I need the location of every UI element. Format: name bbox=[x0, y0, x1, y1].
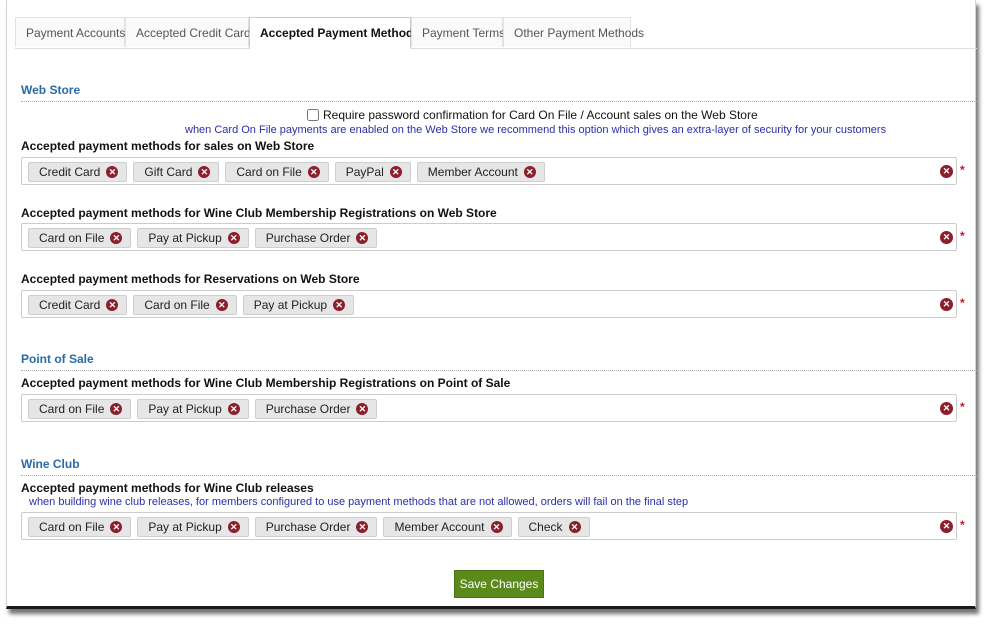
web-reservations-methods-select[interactable]: Credit Card ✕ Card on File ✕ Pay at Pickup ✕ … bbox=[21, 290, 957, 318]
tab-payment-terms[interactable]: Payment Terms bbox=[411, 17, 505, 47]
remove-chip-icon[interactable]: ✕ bbox=[198, 166, 211, 178]
tab-other-payment-methods[interactable]: Other Payment Methods bbox=[503, 17, 644, 47]
payment-method-chip: Credit Card ✕ bbox=[28, 162, 128, 182]
chip-label: Pay at Pickup bbox=[148, 231, 222, 245]
club-releases-chips: Card on File ✕ Pay at Pickup ✕ Purchase Orde… bbox=[28, 517, 590, 537]
tab-payment-accounts[interactable]: Payment Accounts bbox=[15, 17, 125, 47]
chip-label: Credit Card bbox=[39, 165, 101, 179]
web-reservations-chips: Credit Card ✕ Card on File ✕ Pay at Pickup ✕ bbox=[28, 295, 355, 315]
payment-method-chip: Card on File ✕ bbox=[225, 162, 329, 182]
payment-method-chip: Purchase Order ✕ bbox=[254, 517, 378, 537]
payment-method-chip: Credit Card ✕ bbox=[28, 295, 128, 315]
payment-method-chip: Card on File ✕ bbox=[28, 517, 132, 537]
remove-chip-icon[interactable]: ✕ bbox=[106, 299, 119, 311]
chip-label: Member Account bbox=[394, 520, 485, 534]
required-mark: * bbox=[960, 296, 965, 310]
chip-label: PayPal bbox=[345, 165, 384, 179]
chip-label: Gift Card bbox=[144, 165, 193, 179]
club-releases-methods-select[interactable]: Card on File ✕ Pay at Pickup ✕ Purchase Orde… bbox=[21, 512, 957, 540]
chip-label: Card on File bbox=[144, 298, 210, 312]
web-club-chips: Card on File ✕ Pay at Pickup ✕ Purchase Orde… bbox=[28, 228, 378, 248]
payment-method-chip: Pay at Pickup ✕ bbox=[137, 228, 249, 248]
required-mark: * bbox=[960, 518, 965, 532]
remove-chip-icon[interactable]: ✕ bbox=[227, 403, 240, 415]
chip-label: Credit Card bbox=[39, 298, 101, 312]
web-sales-chips: Credit Card ✕ Gift Card ✕ Card on File ✕ PayPa… bbox=[28, 162, 545, 182]
settings-panel: Payment Accounts Accepted Credit Cards A… bbox=[6, 0, 977, 609]
remove-chip-icon[interactable]: ✕ bbox=[110, 232, 123, 244]
payment-method-chip: Check ✕ bbox=[517, 517, 590, 537]
web-store-heading: Web Store bbox=[21, 83, 977, 102]
chip-label: Card on File bbox=[39, 402, 105, 416]
remove-chip-icon[interactable]: ✕ bbox=[356, 403, 369, 415]
clear-all-icon[interactable]: ✕ bbox=[940, 298, 953, 311]
tab-accepted-credit-cards[interactable]: Accepted Credit Cards bbox=[125, 17, 257, 47]
payment-method-chip: Card on File ✕ bbox=[133, 295, 237, 315]
password-confirm-row[interactable]: Require password confirmation for Card O… bbox=[307, 108, 758, 122]
save-changes-button[interactable]: Save Changes bbox=[454, 570, 544, 598]
payment-method-chip: Member Account ✕ bbox=[383, 517, 512, 537]
chip-label: Pay at Pickup bbox=[253, 298, 328, 312]
web-sales-label: Accepted payment methods for sales on We… bbox=[21, 139, 315, 153]
remove-chip-icon[interactable]: ✕ bbox=[356, 521, 369, 533]
clear-all-icon[interactable]: ✕ bbox=[940, 165, 953, 178]
payment-method-chip: Gift Card ✕ bbox=[133, 162, 220, 182]
remove-chip-icon[interactable]: ✕ bbox=[215, 299, 228, 311]
chip-label: Member Account bbox=[427, 165, 518, 179]
password-confirm-hint: when Card On File payments are enabled o… bbox=[185, 124, 887, 136]
payment-method-chip: Pay at Pickup ✕ bbox=[242, 295, 355, 315]
chip-label: Card on File bbox=[236, 165, 302, 179]
remove-chip-icon[interactable]: ✕ bbox=[227, 521, 240, 533]
chip-label: Purchase Order bbox=[265, 231, 351, 245]
chip-label: Pay at Pickup bbox=[148, 520, 222, 534]
web-club-methods-select[interactable]: Card on File ✕ Pay at Pickup ✕ Purchase Orde… bbox=[21, 223, 957, 251]
remove-chip-icon[interactable]: ✕ bbox=[333, 299, 346, 311]
password-confirm-checkbox[interactable] bbox=[307, 109, 319, 121]
chip-label: Pay at Pickup bbox=[148, 402, 222, 416]
required-mark: * bbox=[960, 400, 965, 414]
remove-chip-icon[interactable]: ✕ bbox=[568, 521, 581, 533]
chip-label: Card on File bbox=[39, 231, 105, 245]
tab-accepted-payment-methods[interactable]: Accepted Payment Methods bbox=[249, 17, 420, 49]
club-releases-label: Accepted payment methods for Wine Club r… bbox=[21, 481, 314, 495]
remove-chip-icon[interactable]: ✕ bbox=[227, 232, 240, 244]
chip-label: Card on File bbox=[39, 520, 105, 534]
pos-club-label: Accepted payment methods for Wine Club M… bbox=[21, 376, 511, 390]
remove-chip-icon[interactable]: ✕ bbox=[389, 166, 402, 178]
remove-chip-icon[interactable]: ✕ bbox=[490, 521, 503, 533]
chip-label: Check bbox=[528, 520, 563, 534]
remove-chip-icon[interactable]: ✕ bbox=[356, 232, 369, 244]
payment-method-chip: Pay at Pickup ✕ bbox=[137, 399, 249, 419]
web-reservations-label: Accepted payment methods for Reservation… bbox=[21, 272, 360, 286]
chip-label: Purchase Order bbox=[265, 520, 351, 534]
payment-method-chip: Purchase Order ✕ bbox=[254, 399, 378, 419]
tab-bar: Payment Accounts Accepted Credit Cards A… bbox=[15, 17, 977, 49]
remove-chip-icon[interactable]: ✕ bbox=[110, 403, 123, 415]
club-releases-hint: when building wine club releases, for me… bbox=[29, 496, 689, 508]
payment-method-chip: PayPal ✕ bbox=[334, 162, 411, 182]
required-mark: * bbox=[960, 229, 965, 243]
payment-method-chip: Card on File ✕ bbox=[28, 399, 132, 419]
remove-chip-icon[interactable]: ✕ bbox=[523, 166, 536, 178]
clear-all-icon[interactable]: ✕ bbox=[940, 520, 953, 533]
payment-method-chip: Card on File ✕ bbox=[28, 228, 132, 248]
wine-club-heading: Wine Club bbox=[21, 457, 977, 476]
payment-method-chip: Member Account ✕ bbox=[416, 162, 545, 182]
pos-club-chips: Card on File ✕ Pay at Pickup ✕ Purchase Orde… bbox=[28, 399, 378, 419]
pos-club-methods-select[interactable]: Card on File ✕ Pay at Pickup ✕ Purchase Orde… bbox=[21, 394, 957, 422]
point-of-sale-heading: Point of Sale bbox=[21, 352, 977, 371]
payment-method-chip: Pay at Pickup ✕ bbox=[137, 517, 249, 537]
remove-chip-icon[interactable]: ✕ bbox=[307, 166, 320, 178]
password-confirm-label: Require password confirmation for Card O… bbox=[323, 108, 758, 122]
required-mark: * bbox=[960, 163, 965, 177]
chip-label: Purchase Order bbox=[265, 402, 351, 416]
remove-chip-icon[interactable]: ✕ bbox=[110, 521, 123, 533]
payment-method-chip: Purchase Order ✕ bbox=[254, 228, 378, 248]
web-sales-methods-select[interactable]: Credit Card ✕ Gift Card ✕ Card on File ✕ PayPa… bbox=[21, 157, 957, 185]
web-club-label: Accepted payment methods for Wine Club M… bbox=[21, 206, 497, 220]
clear-all-icon[interactable]: ✕ bbox=[940, 231, 953, 244]
remove-chip-icon[interactable]: ✕ bbox=[106, 166, 119, 178]
clear-all-icon[interactable]: ✕ bbox=[940, 402, 953, 415]
